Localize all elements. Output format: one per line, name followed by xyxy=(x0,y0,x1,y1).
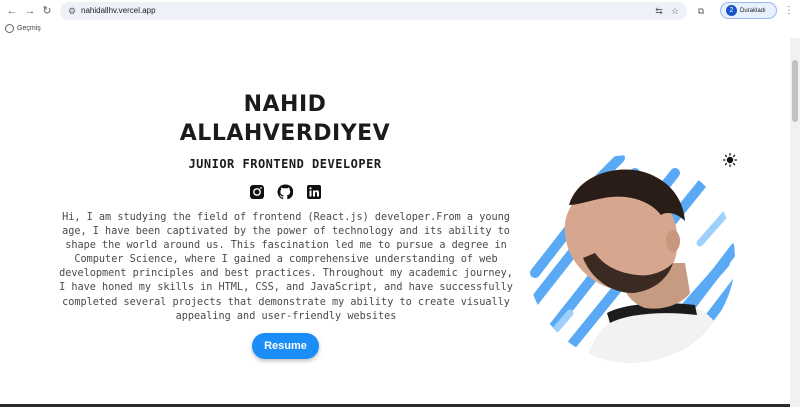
browser-toolbar: ← → ↻ ⚙ nahidallhv.vercel.app ⇆ ☆ ⧉ 2 Du… xyxy=(0,0,800,21)
hero-name: NAHID ALLAHVERDIYEV xyxy=(160,90,410,148)
profile-status-label: Durakladı xyxy=(740,8,766,14)
linkedin-icon[interactable] xyxy=(306,184,322,200)
history-link[interactable]: Geçmiş xyxy=(17,24,41,34)
history-icon[interactable] xyxy=(5,24,14,33)
reload-icon[interactable]: ↻ xyxy=(40,4,54,18)
profile-button[interactable]: 2 Durakladı xyxy=(720,2,777,19)
back-icon[interactable]: ← xyxy=(5,4,19,18)
site-info-icon[interactable]: ⚙ xyxy=(66,5,78,17)
extensions-icon[interactable]: ⧉ xyxy=(695,5,707,17)
bookmark-star-icon[interactable]: ☆ xyxy=(669,5,681,17)
hero-bio: Hi, I am studying the field of frontend … xyxy=(50,211,522,324)
resume-button[interactable]: Resume xyxy=(252,333,319,359)
url-text[interactable]: nahidallhv.vercel.app xyxy=(81,5,156,17)
bio-line: Computer Science, where I gained a compr… xyxy=(74,254,498,266)
hero-role: JUNIOR FRONTEND DEVELOPER xyxy=(188,157,382,171)
translate-icon[interactable]: ⇆ xyxy=(653,5,665,17)
bio-line: shape the world around us. This fascinat… xyxy=(65,240,507,252)
instagram-icon[interactable] xyxy=(249,184,265,200)
hero-portrait xyxy=(525,153,737,365)
bio-line: development principles and best practice… xyxy=(59,268,513,280)
scrollbar-thumb[interactable] xyxy=(792,60,798,122)
address-bar[interactable]: ⚙ nahidallhv.vercel.app ⇆ ☆ xyxy=(60,2,687,20)
page-viewport: NAHID ALLAHVERDIYEV JUNIOR FRONTEND DEVE… xyxy=(0,38,790,407)
hero-name-line1: NAHID xyxy=(243,92,327,117)
bio-line: completed several projects that demonstr… xyxy=(62,296,510,308)
bio-line: Hi, I am studying the field of frontend … xyxy=(62,212,510,223)
bio-line: age, I have been captivated by the power… xyxy=(62,226,510,238)
browser-menu-icon[interactable]: ⋮ xyxy=(784,5,794,17)
page-scrollbar[interactable] xyxy=(790,38,800,407)
bookmarks-bar: Geçmiş xyxy=(0,22,800,38)
hero-name-line2: ALLAHVERDIYEV xyxy=(179,121,391,146)
forward-icon[interactable]: → xyxy=(23,4,37,18)
bio-line: appealing and user-friendly websites xyxy=(175,310,397,322)
profile-avatar: 2 xyxy=(726,5,737,16)
bio-line: I have honed my skills in HTML, CSS, and… xyxy=(59,282,513,294)
github-icon[interactable] xyxy=(277,184,294,200)
